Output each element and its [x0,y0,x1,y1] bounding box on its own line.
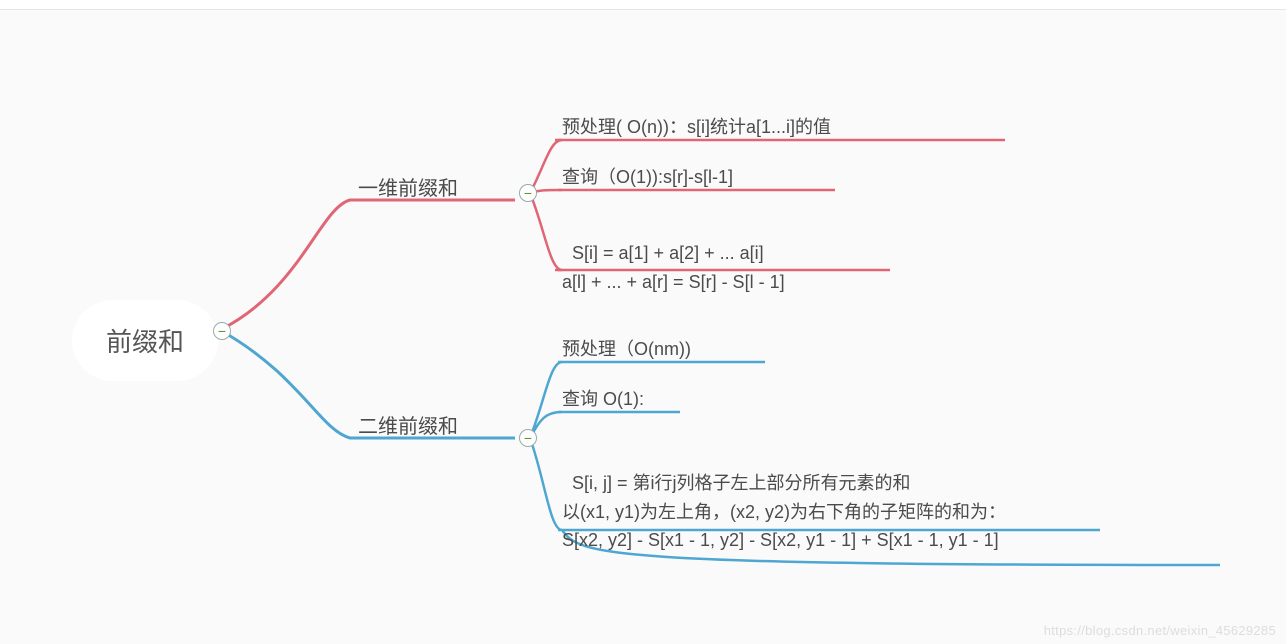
leaf-1d-query[interactable]: 查询（O(1)):s[r]-s[l-1] [562,163,733,192]
leaf-1d-preprocess[interactable]: 预处理( O(n))：s[i]统计a[1...i]的值 [562,113,831,142]
branch-1d[interactable]: 一维前缀和 [358,172,458,201]
root-label: 前缀和 [106,327,184,357]
branch-2d-toggle[interactable]: − [519,429,537,447]
root-node[interactable]: 前缀和 [72,300,218,381]
branch-1d-label: 一维前缀和 [358,178,458,200]
watermark: https://blog.csdn.net/weixin_45629285 [1044,623,1276,638]
leaf-2d-query[interactable]: 查询 O(1): [562,385,644,414]
root-toggle[interactable]: − [213,322,231,340]
leaf-1d-formula[interactable]: S[i] = a[1] + a[2] + ... a[i] a[l] + ...… [562,210,785,296]
branch-2d-label: 二维前缀和 [358,416,458,438]
branch-2d[interactable]: 二维前缀和 [358,410,458,439]
branch-1d-toggle[interactable]: − [519,184,537,202]
leaf-2d-formula[interactable]: S[i, j] = 第i行j列格子左上部分所有元素的和 以(x1, y1)为左上… [562,440,1006,555]
leaf-2d-preprocess[interactable]: 预处理（O(nm)) [562,335,691,364]
